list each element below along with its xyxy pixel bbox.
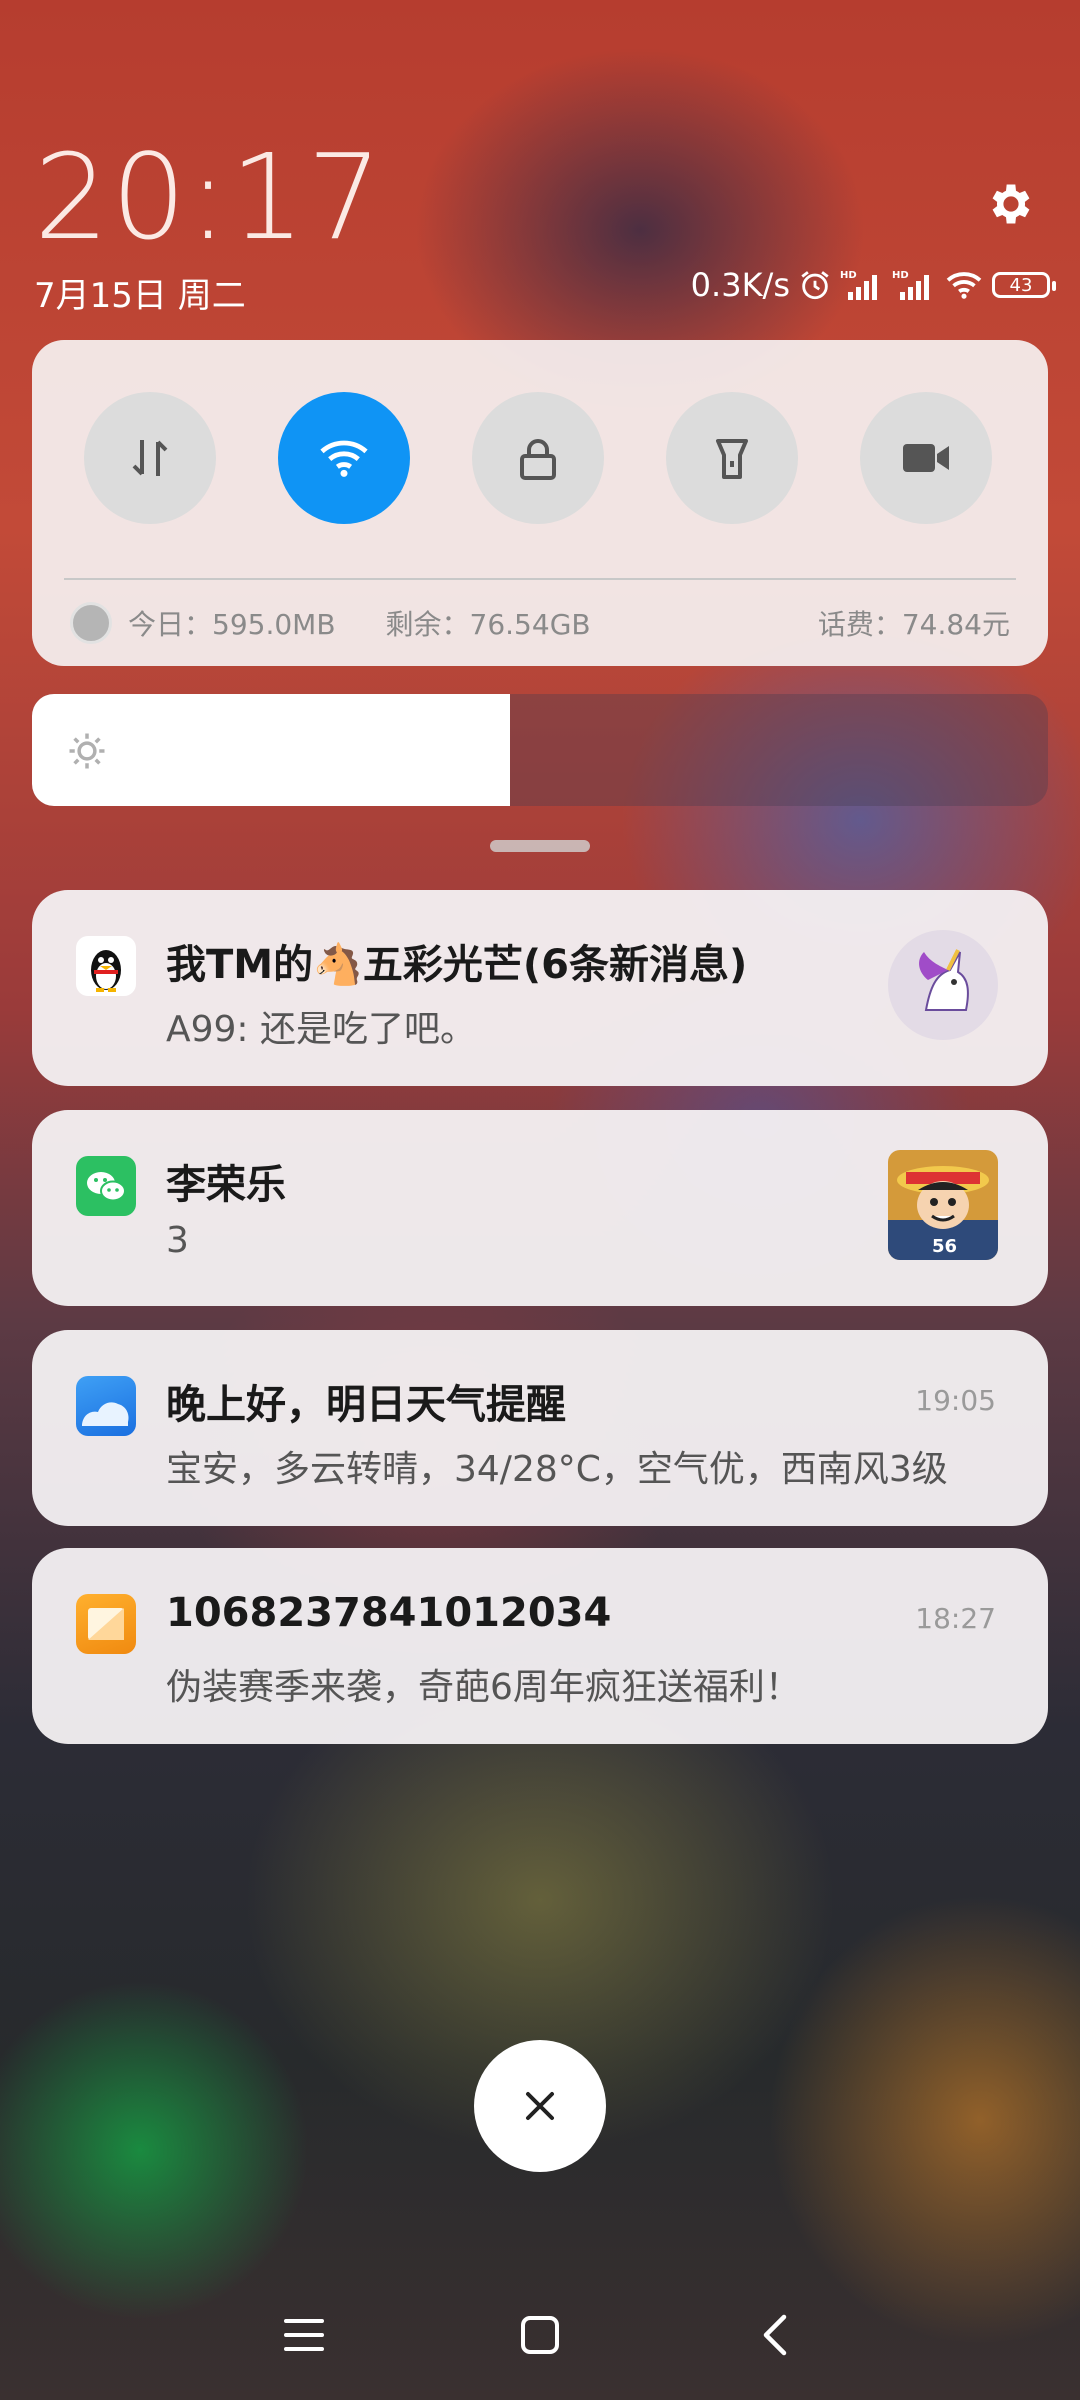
- notification-body: 伪装赛季来袭，奇葩6周年疯狂送福利！: [166, 1667, 801, 1708]
- nav-home-button[interactable]: [510, 2305, 570, 2365]
- panel-drag-handle[interactable]: [490, 840, 590, 852]
- qq-penguin-icon: [76, 936, 136, 996]
- alarm-icon: [798, 268, 832, 302]
- group-avatar-unicorn: [888, 930, 998, 1040]
- battery-icon: 43: [992, 272, 1056, 298]
- clear-notifications-button[interactable]: [474, 2040, 606, 2172]
- svg-text:HD: HD: [840, 270, 857, 281]
- brightness-sun-icon: [69, 733, 105, 769]
- wifi-toggle[interactable]: [278, 392, 410, 524]
- notification-title: 李荣乐: [166, 1162, 286, 1208]
- flashlight-icon: [716, 439, 748, 479]
- weather-cloud-icon: [76, 1376, 136, 1436]
- data-remaining: 剩余：76.54GB: [385, 608, 591, 641]
- screen-record-toggle[interactable]: [860, 392, 992, 524]
- mobile-data-toggle[interactable]: [84, 392, 216, 524]
- svg-text:56: 56: [932, 1236, 957, 1257]
- battery-level: 43: [1009, 274, 1033, 296]
- settings-gear-icon[interactable]: [985, 178, 1037, 230]
- phone-balance: 话费：74.84元: [817, 608, 1010, 641]
- menu-icon: [284, 2319, 324, 2351]
- notification-time: 18:27: [915, 1602, 996, 1635]
- signal-hd-icon: HD: [840, 268, 884, 302]
- lock-icon: [520, 439, 556, 480]
- close-icon: [526, 2092, 554, 2120]
- data-usage-icon: [70, 602, 112, 644]
- video-camera-icon: [903, 444, 949, 472]
- notification-card-sms[interactable]: 1068237841012034 18:27 伪装赛季来袭，奇葩6周年疯狂送福利…: [32, 1548, 1048, 1744]
- signal-hd-icon-2: HD: [892, 268, 936, 302]
- wechat-icon: [76, 1156, 136, 1216]
- screen-lock-toggle[interactable]: [472, 392, 604, 524]
- flashlight-toggle[interactable]: [666, 392, 798, 524]
- wifi-status-icon: [944, 269, 984, 301]
- mobile-data-icon: [132, 440, 168, 476]
- back-chevron-icon: [763, 2314, 787, 2356]
- svg-text:HD: HD: [892, 270, 909, 281]
- quick-settings-panel: 今日：595.0MB 剩余：76.54GB 话费：74.84元: [32, 340, 1048, 666]
- messages-icon: [76, 1594, 136, 1654]
- network-speed: 0.3K/s: [690, 266, 790, 304]
- notification-card-weather[interactable]: 晚上好，明日天气提醒 19:05 宝安，多云转晴，34/28°C，空气优，西南风…: [32, 1330, 1048, 1526]
- status-bar-indicators: 0.3K/s HD HD 43: [690, 266, 1056, 304]
- clock-time: 20:17: [34, 128, 385, 266]
- notification-card-wechat[interactable]: 李荣乐 3 56: [32, 1110, 1048, 1306]
- wifi-icon: [320, 440, 368, 477]
- notification-title: 我TM的🐴五彩光芒(6条新消息): [166, 942, 748, 988]
- notification-time: 19:05: [915, 1384, 996, 1417]
- notification-title: 晚上好，明日天气提醒: [166, 1382, 566, 1428]
- notification-card-qq[interactable]: 我TM的🐴五彩光芒(6条新消息) A99: 还是吃了吧。: [32, 890, 1048, 1086]
- contact-avatar-luffy: 56: [888, 1150, 998, 1260]
- date-label: 7月15日 周二: [34, 276, 246, 316]
- divider: [64, 578, 1016, 580]
- brightness-slider[interactable]: [32, 694, 1048, 806]
- notification-body: 3: [166, 1220, 189, 1261]
- notification-body: A99: 还是吃了吧。: [166, 1009, 477, 1050]
- nav-back-button[interactable]: [746, 2305, 806, 2365]
- nav-menu-button[interactable]: [274, 2305, 334, 2365]
- notification-title: 1068237841012034: [166, 1590, 612, 1636]
- data-today: 今日：595.0MB: [128, 608, 336, 641]
- notification-body: 宝安，多云转晴，34/28°C，空气优，西南风3级: [166, 1449, 948, 1490]
- data-usage-row[interactable]: 今日：595.0MB 剩余：76.54GB 话费：74.84元: [70, 602, 1010, 644]
- home-square-icon: [521, 2316, 559, 2354]
